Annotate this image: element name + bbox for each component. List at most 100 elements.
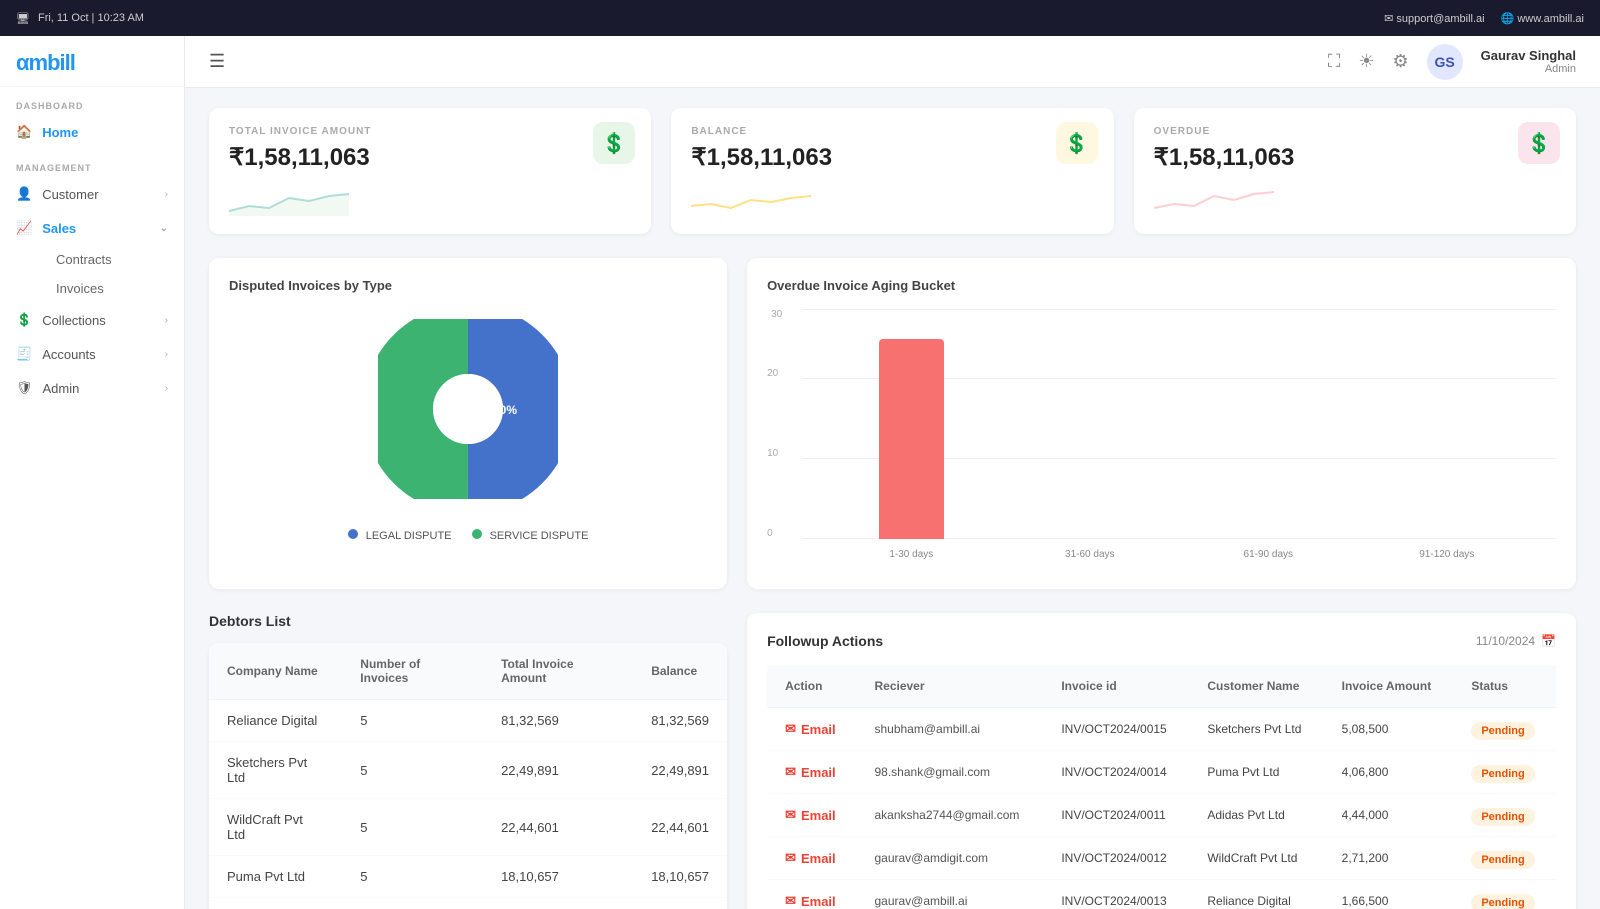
header-right: ⛶ ☀ ⚙ GS Gaurav Singhal Admin — [1328, 44, 1576, 80]
x-label-31-60: 31-60 days — [1001, 549, 1179, 560]
overdue-sparkline — [1154, 186, 1274, 216]
brightness-icon[interactable]: ☀ — [1358, 51, 1374, 72]
debtor-company: Puma Pvt Ltd — [209, 856, 342, 898]
debtors-row: Reliance Digital 5 81,32,569 81,32,569 — [209, 700, 727, 742]
sidebar-item-collections[interactable]: 💲 Collections › — [0, 303, 184, 337]
overdue-label: OVERDUE — [1154, 126, 1556, 137]
management-section-label: MANAGEMENT — [0, 149, 184, 177]
debtor-invoices: 5 — [342, 856, 483, 898]
legend-service: SERVICE DISPUTE — [472, 529, 589, 542]
sidebar-accounts-label: Accounts — [42, 347, 95, 362]
menu-toggle-icon[interactable]: ☰ — [209, 51, 225, 72]
followup-header: Followup Actions 11/10/2024 📅 — [767, 633, 1556, 649]
followup-receiver: akanksha2744@gmail.com — [856, 794, 1043, 837]
sidebar-item-customer[interactable]: 👤 Customer › — [0, 177, 184, 211]
chevron-right-icon-4: › — [165, 383, 168, 394]
chevron-down-icon: ⌄ — [160, 223, 168, 234]
followup-status: Pending — [1453, 794, 1556, 837]
user-info: Gaurav Singhal Admin — [1481, 48, 1576, 75]
debtor-company: Sketchers Pvt Ltd — [209, 742, 342, 799]
status-badge: Pending — [1471, 765, 1534, 783]
page-content: TOTAL INVOICE AMOUNT ₹1,58,11,063 💲 BALA… — [185, 88, 1600, 909]
x-label-91-120: 91-120 days — [1358, 549, 1536, 560]
pie-legend: LEGAL DISPUTE SERVICE DISPUTE — [229, 529, 707, 542]
fcol-amount: Invoice Amount — [1324, 665, 1454, 708]
email-icon: ✉ — [785, 764, 796, 780]
followup-tbody: ✉ Email shubham@ambill.ai INV/OCT2024/00… — [767, 708, 1556, 909]
calendar-icon[interactable]: 📅 — [1541, 634, 1556, 648]
followup-action: ✉ Email — [767, 708, 856, 751]
charts-row: Disputed Invoices by Type 50.0% 50.0% — [209, 258, 1576, 589]
debtors-table-card: Company Name Number of Invoices Total In… — [209, 643, 727, 909]
debtor-invoices: 5 — [342, 898, 483, 909]
debtors-table: Company Name Number of Invoices Total In… — [209, 643, 727, 909]
fcol-invoice-id: Invoice id — [1043, 665, 1189, 708]
fcol-action: Action — [767, 665, 856, 708]
followup-status: Pending — [1453, 837, 1556, 880]
sidebar-item-invoices[interactable]: Invoices — [40, 274, 184, 303]
total-invoice-icon: 💲 — [593, 122, 635, 164]
sidebar-item-accounts[interactable]: 🧾 Accounts › — [0, 337, 184, 371]
fcol-receiver: Reciever — [856, 665, 1043, 708]
balance-icon: 💲 — [1056, 122, 1098, 164]
website: 🌐 www.ambill.ai — [1501, 12, 1584, 25]
followup-action: ✉ Email — [767, 880, 856, 909]
sidebar: αmbill DASHBOARD 🏠 Home MANAGEMENT 👤 Cus… — [0, 0, 185, 909]
sidebar-item-admin[interactable]: 🛡 Admin › — [0, 371, 184, 405]
stat-card-total-invoice: TOTAL INVOICE AMOUNT ₹1,58,11,063 💲 — [209, 108, 651, 234]
svg-text:50.0%: 50.0% — [483, 403, 517, 417]
sidebar-item-sales[interactable]: 📈 Sales ⌄ — [0, 211, 184, 245]
total-invoice-sparkline — [229, 186, 349, 216]
debtors-tbody: Reliance Digital 5 81,32,569 81,32,569 S… — [209, 700, 727, 909]
followup-thead: Action Reciever Invoice id Customer Name… — [767, 665, 1556, 708]
col-invoices: Number of Invoices — [342, 643, 483, 700]
expand-icon[interactable]: ⛶ — [1328, 51, 1341, 72]
sidebar-item-home[interactable]: 🏠 Home — [0, 115, 184, 149]
status-badge: Pending — [1471, 722, 1534, 740]
debtor-total: 13,73,345 — [483, 898, 633, 909]
settings-icon[interactable]: ⚙ — [1392, 51, 1408, 72]
followup-invoice-id: INV/OCT2024/0012 — [1043, 837, 1189, 880]
debtors-row: Puma Pvt Ltd 5 18,10,657 18,10,657 — [209, 856, 727, 898]
followup-row: ✉ Email gaurav@amdigit.com INV/OCT2024/0… — [767, 837, 1556, 880]
main-content: ☰ ⛶ ☀ ⚙ GS Gaurav Singhal Admin TOTAL IN… — [185, 36, 1600, 909]
followup-customer: Adidas Pvt Ltd — [1189, 794, 1323, 837]
followup-amount: 2,71,200 — [1324, 837, 1454, 880]
app-header: ☰ ⛶ ☀ ⚙ GS Gaurav Singhal Admin — [185, 36, 1600, 88]
bar-chart-card: Overdue Invoice Aging Bucket 0 10 20 30 — [747, 258, 1576, 589]
email-action: ✉ Email — [785, 893, 838, 909]
col-balance: Balance — [633, 643, 727, 700]
topbar-datetime: 🖥 Fri, 11 Oct | 10:23 AM — [16, 12, 144, 25]
status-badge: Pending — [1471, 808, 1534, 826]
followup-action: ✉ Email — [767, 837, 856, 880]
email-icon: ✉ — [785, 721, 796, 737]
debtor-balance: 18,10,657 — [633, 856, 727, 898]
followup-receiver: 98.shank@gmail.com — [856, 751, 1043, 794]
followup-date: 11/10/2024 📅 — [1476, 634, 1556, 648]
followup-invoice-id: INV/OCT2024/0015 — [1043, 708, 1189, 751]
col-company: Company Name — [209, 643, 342, 700]
accounts-icon: 🧾 — [16, 346, 32, 362]
sidebar-admin-label: Admin — [43, 381, 80, 396]
sidebar-sales-label: Sales — [42, 221, 76, 236]
followup-status: Pending — [1453, 708, 1556, 751]
legend-legal-dot — [348, 529, 358, 539]
user-name: Gaurav Singhal — [1481, 48, 1576, 63]
sidebar-customer-label: Customer — [42, 187, 98, 202]
total-invoice-label: TOTAL INVOICE AMOUNT — [229, 126, 631, 137]
debtors-thead: Company Name Number of Invoices Total In… — [209, 643, 727, 700]
bar-group-1-30 — [822, 339, 1000, 539]
followup-header-row: Action Reciever Invoice id Customer Name… — [767, 665, 1556, 708]
header-left: ☰ — [209, 51, 225, 72]
x-label-61-90: 61-90 days — [1179, 549, 1357, 560]
debtors-row: Sketchers Pvt Ltd 5 22,49,891 22,49,891 — [209, 742, 727, 799]
debtor-invoices: 5 — [342, 799, 483, 856]
debtor-company: Reliance Digital — [209, 700, 342, 742]
sidebar-item-contracts[interactable]: Contracts — [40, 245, 184, 274]
followup-status: Pending — [1453, 751, 1556, 794]
followup-row: ✉ Email shubham@ambill.ai INV/OCT2024/00… — [767, 708, 1556, 751]
support-email: ✉ support@ambill.ai — [1384, 12, 1485, 25]
email-action: ✉ Email — [785, 807, 838, 823]
bar-1-30-days — [879, 339, 944, 539]
debtors-section: Debtors List Company Name Number of Invo… — [209, 613, 727, 909]
